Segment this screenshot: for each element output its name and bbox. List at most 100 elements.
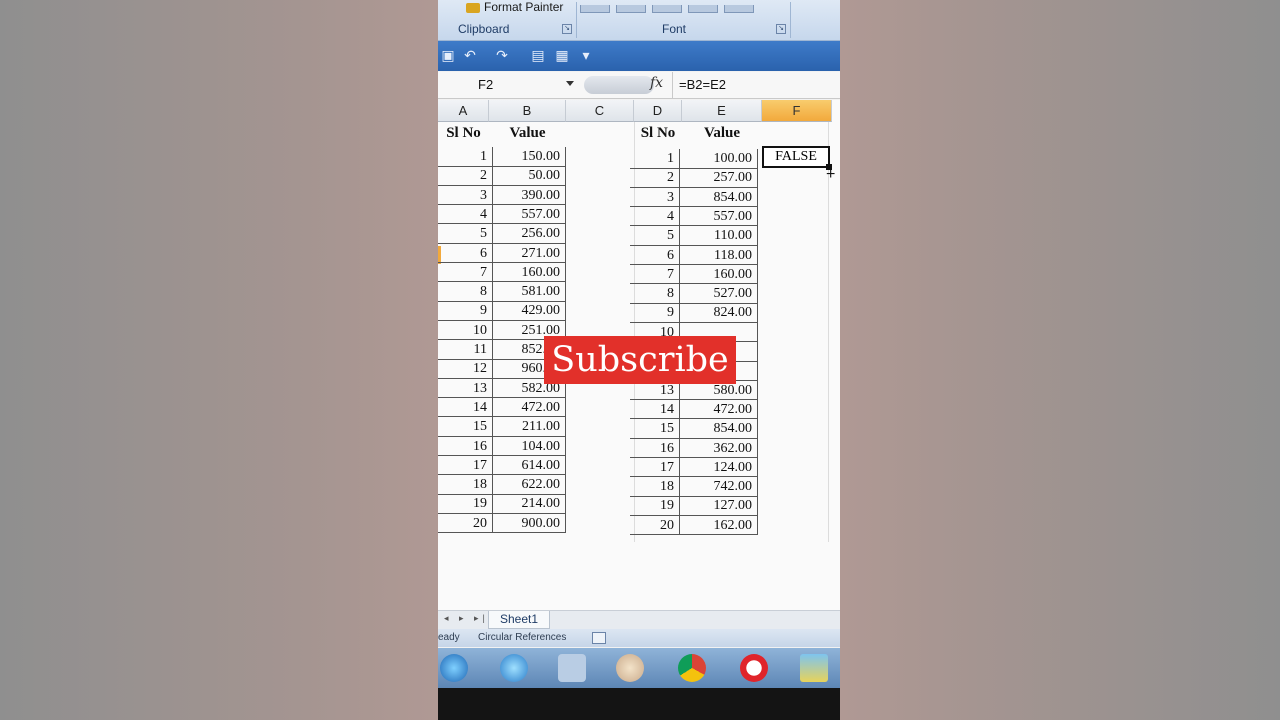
tab-sheet1[interactable]: Sheet1 <box>488 611 550 629</box>
table2-row-value-cell[interactable]: 124.00 <box>680 457 758 478</box>
table2-header-value[interactable]: Value <box>682 124 762 146</box>
sheet-navigation-icons[interactable]: ◂ ▸ ▸| <box>444 613 489 624</box>
media-player-icon[interactable] <box>616 654 644 682</box>
table1-row-value-cell[interactable]: 211.00 <box>493 417 566 437</box>
table2-row-value-cell[interactable]: 162.00 <box>680 515 758 536</box>
column-header-f[interactable]: F <box>762 100 832 122</box>
app-icon[interactable] <box>800 654 828 682</box>
table2-row-value-cell[interactable]: 257.00 <box>680 168 758 188</box>
font-toolbar-buttons[interactable] <box>580 0 790 13</box>
macro-record-icon[interactable] <box>592 632 606 644</box>
table2-row-value-cell[interactable]: 472.00 <box>680 399 758 420</box>
table1-row-value-cell[interactable]: 429.00 <box>493 301 566 321</box>
table1-row-value-cell[interactable]: 614.00 <box>493 455 566 476</box>
table2-row-value-cell[interactable]: 118.00 <box>680 245 758 265</box>
table1-row-value-cell[interactable]: 557.00 <box>493 204 566 225</box>
table2-row-slno-cell[interactable]: 6 <box>630 245 680 265</box>
redo-icon[interactable]: ↷ <box>494 48 510 62</box>
table1-row-value-cell[interactable]: 256.00 <box>493 224 566 244</box>
table2-row-slno-cell[interactable]: 7 <box>630 264 680 285</box>
table2-row-slno-cell[interactable]: 1 <box>630 149 680 169</box>
status-circular-references[interactable]: Circular References <box>478 629 566 647</box>
table2-row-slno-cell[interactable]: 18 <box>630 477 680 497</box>
table2-row-slno-cell[interactable]: 2 <box>630 168 680 188</box>
table2-row-value-cell[interactable]: 362.00 <box>680 438 758 458</box>
formula-input[interactable]: =B2=E2 <box>672 72 840 98</box>
table2-row-value-cell[interactable]: 160.00 <box>680 264 758 285</box>
table1-row-value-cell[interactable]: 150.00 <box>493 147 566 167</box>
internet-explorer-icon[interactable] <box>500 654 528 682</box>
table1-row-value-cell[interactable]: 214.00 <box>493 494 566 514</box>
customize-qat-icon[interactable]: ▾ <box>578 48 594 62</box>
table1-row-slno-cell[interactable]: 17 <box>438 455 493 476</box>
table2-row-slno-cell[interactable]: 17 <box>630 457 680 478</box>
table1-row-slno-cell[interactable]: 10 <box>438 320 493 341</box>
table2-header-slno[interactable]: Sl No <box>634 124 682 146</box>
table1-row-value-cell[interactable]: 160.00 <box>493 262 566 283</box>
table1-row-slno-cell[interactable]: 6 <box>438 243 493 263</box>
table1-row-value-cell[interactable]: 104.00 <box>493 436 566 456</box>
opera-icon[interactable] <box>740 654 768 682</box>
table1-row-slno-cell[interactable]: 18 <box>438 475 493 495</box>
column-header-c[interactable]: C <box>566 100 634 122</box>
name-box[interactable]: F2 <box>438 74 576 95</box>
save-icon[interactable]: ▣ <box>440 48 456 62</box>
table2-row-value-cell[interactable]: 742.00 <box>680 477 758 497</box>
table1-header-value[interactable]: Value <box>489 124 566 146</box>
start-button-icon[interactable] <box>440 654 468 682</box>
table1-row-slno-cell[interactable]: 5 <box>438 224 493 244</box>
table2-row-slno-cell[interactable]: 9 <box>630 303 680 323</box>
table1-row-slno-cell[interactable]: 7 <box>438 262 493 283</box>
table1-row-slno-cell[interactable]: 19 <box>438 494 493 514</box>
table2-row-value-cell[interactable]: 110.00 <box>680 226 758 246</box>
table1-row-slno-cell[interactable]: 14 <box>438 397 493 418</box>
table-icon[interactable]: ▦ <box>554 48 570 62</box>
undo-icon[interactable]: ↶ <box>462 48 478 62</box>
table1-row-slno-cell[interactable]: 4 <box>438 204 493 225</box>
table1-row-slno-cell[interactable]: 1 <box>438 147 493 167</box>
table2-row-slno-cell[interactable]: 16 <box>630 438 680 458</box>
table2-row-value-cell[interactable]: 527.00 <box>680 284 758 304</box>
column-header-b[interactable]: B <box>489 100 566 122</box>
chrome-icon[interactable] <box>678 654 706 682</box>
format-painter-button[interactable]: Format Painter <box>466 0 563 14</box>
table2-row-slno-cell[interactable]: 4 <box>630 206 680 227</box>
table2-row-value-cell[interactable]: 824.00 <box>680 303 758 323</box>
table1-row-slno-cell[interactable]: 15 <box>438 417 493 437</box>
table2-row-value-cell[interactable]: 100.00 <box>680 149 758 169</box>
font-launcher-icon[interactable]: ↘ <box>776 24 786 34</box>
column-header-e[interactable]: E <box>682 100 762 122</box>
table1-row-slno-cell[interactable]: 13 <box>438 378 493 399</box>
table1-row-value-cell[interactable]: 581.00 <box>493 282 566 302</box>
insert-function-icon[interactable]: fx <box>650 75 663 91</box>
table1-row-slno-cell[interactable]: 8 <box>438 282 493 302</box>
table2-row-value-cell[interactable]: 854.00 <box>680 187 758 208</box>
clipboard-launcher-icon[interactable]: ↘ <box>562 24 572 34</box>
table1-row-slno-cell[interactable]: 3 <box>438 185 493 206</box>
chevron-down-icon[interactable] <box>566 81 574 86</box>
table2-row-slno-cell[interactable]: 19 <box>630 496 680 516</box>
table1-row-slno-cell[interactable]: 16 <box>438 436 493 456</box>
column-header-a[interactable]: A <box>438 100 489 122</box>
table1-row-slno-cell[interactable]: 12 <box>438 359 493 379</box>
table1-row-value-cell[interactable]: 900.00 <box>493 513 566 534</box>
active-cell-f2[interactable]: FALSE <box>762 146 830 168</box>
table1-row-value-cell[interactable]: 390.00 <box>493 185 566 206</box>
table1-header-slno[interactable]: Sl No <box>438 124 489 146</box>
table2-row-value-cell[interactable]: 557.00 <box>680 206 758 227</box>
table1-row-value-cell[interactable]: 50.00 <box>493 166 566 186</box>
table2-row-slno-cell[interactable]: 20 <box>630 515 680 536</box>
table1-row-slno-cell[interactable]: 20 <box>438 513 493 534</box>
table2-row-value-cell[interactable]: 854.00 <box>680 419 758 439</box>
column-header-d[interactable]: D <box>634 100 682 122</box>
print-preview-icon[interactable]: ▤ <box>530 48 546 62</box>
table1-row-slno-cell[interactable]: 2 <box>438 166 493 186</box>
table1-row-value-cell[interactable]: 622.00 <box>493 475 566 495</box>
table2-row-slno-cell[interactable]: 15 <box>630 419 680 439</box>
table1-row-value-cell[interactable]: 271.00 <box>493 243 566 263</box>
table2-row-slno-cell[interactable]: 8 <box>630 284 680 304</box>
table2-row-value-cell[interactable]: 127.00 <box>680 496 758 516</box>
table1-row-slno-cell[interactable]: 9 <box>438 301 493 321</box>
folder-icon[interactable] <box>558 654 586 682</box>
table2-row-slno-cell[interactable]: 14 <box>630 399 680 420</box>
